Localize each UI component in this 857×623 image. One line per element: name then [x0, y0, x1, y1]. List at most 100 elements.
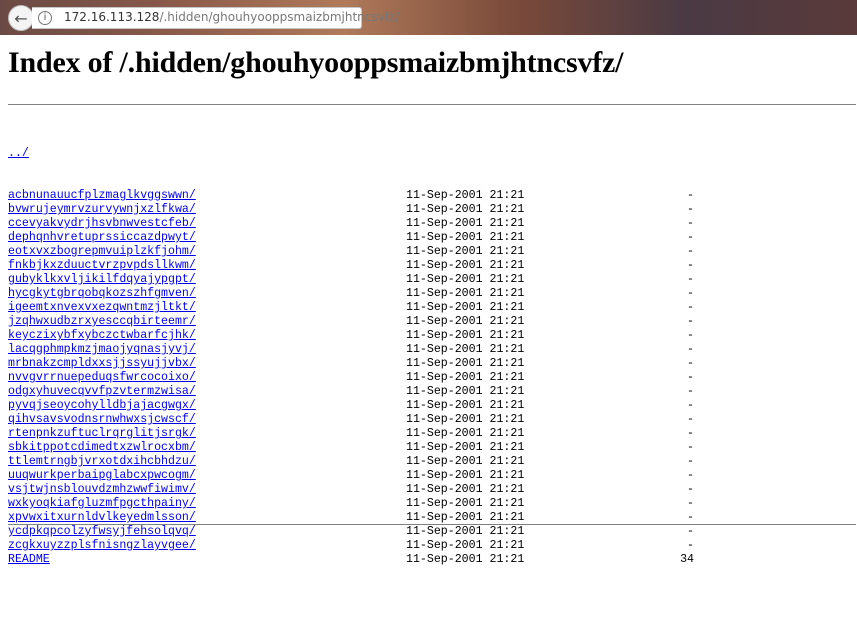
list-item: keyczixybfxybczctwbarfcjhk/11-Sep-2001 2…	[8, 329, 694, 343]
entry-date: 11-Sep-2001 21:21	[406, 497, 525, 510]
entry-date: 11-Sep-2001 21:21	[406, 189, 525, 202]
entry-date: 11-Sep-2001 21:21	[406, 553, 525, 566]
list-item: bvwrujeymrvzurvywnjxzlfkwa/11-Sep-2001 2…	[8, 203, 694, 217]
entry-date: 11-Sep-2001 21:21	[406, 217, 525, 230]
list-item: hycgkytgbrqobqkozszhfgmven/11-Sep-2001 2…	[8, 287, 694, 301]
entry-link[interactable]: hycgkytgbrqobqkozszhfgmven/	[8, 287, 196, 300]
list-item: mrbnakzcmpldxxsjjssyujjvbx/11-Sep-2001 2…	[8, 357, 694, 371]
entry-size: -	[687, 315, 694, 328]
list-item: rtenpnkzuftuclrqrglitjsrgk/11-Sep-2001 2…	[8, 427, 694, 441]
url-host: 172.16.113.128	[64, 10, 160, 24]
entry-link[interactable]: acbnunauucfplzmaglkvggswwn/	[8, 189, 196, 202]
entry-link[interactable]: wxkyoqkiafgluzmfpgcthpainy/	[8, 497, 196, 510]
entry-size: -	[687, 525, 694, 538]
list-item: odgxyhuvecqvvfpzvtermzwisa/11-Sep-2001 2…	[8, 385, 694, 399]
entry-date: 11-Sep-2001 21:21	[406, 329, 525, 342]
entry-size: -	[687, 189, 694, 202]
list-item: README 11-Sep-2001 21:21 34	[8, 553, 694, 567]
browser-toolbar: ← i 172.16.113.128/.hidden/ghouhyooppsma…	[0, 0, 857, 35]
entry-date: 11-Sep-2001 21:21	[406, 343, 525, 356]
list-item: acbnunauucfplzmaglkvggswwn/11-Sep-2001 2…	[8, 189, 694, 203]
entry-link[interactable]: dephqnhvretuprssiccazdpwyt/	[8, 231, 196, 244]
entry-size: -	[687, 371, 694, 384]
list-item: igeemtxnvexvxezqwntmzjltkt/11-Sep-2001 2…	[8, 301, 694, 315]
entry-size: -	[687, 203, 694, 216]
entry-size: -	[687, 469, 694, 482]
list-item: fnkbjkxzduuctvrzpvpdsllkwm/11-Sep-2001 2…	[8, 259, 694, 273]
entry-date: 11-Sep-2001 21:21	[406, 203, 525, 216]
list-item: zcgkxuyzzplsfnisngzlayvgee/11-Sep-2001 2…	[8, 539, 694, 553]
list-item: qihvsavsvodnsrnwhwxsjcwscf/11-Sep-2001 2…	[8, 413, 694, 427]
entry-link[interactable]: gubyklkxvljikilfdqyajypgpt/	[8, 273, 196, 286]
entry-date: 11-Sep-2001 21:21	[406, 385, 525, 398]
entry-link[interactable]: sbkitppotcdimedtxzwlrocxbm/	[8, 441, 196, 454]
top-divider	[8, 104, 856, 105]
entry-link[interactable]: uuqwurkperbaipglabcxpwcogm/	[8, 469, 196, 482]
entry-link[interactable]: fnkbjkxzduuctvrzpvpdsllkwm/	[8, 259, 196, 272]
entry-date: 11-Sep-2001 21:21	[406, 231, 525, 244]
entry-link[interactable]: ycdpkqpcolzyfwsyjfehsolqvq/	[8, 525, 196, 538]
entry-date: 11-Sep-2001 21:21	[406, 413, 525, 426]
entry-link[interactable]: odgxyhuvecqvvfpzvtermzwisa/	[8, 385, 196, 398]
entry-link[interactable]: zcgkxuyzzplsfnisngzlayvgee/	[8, 539, 196, 552]
back-button[interactable]: ←	[8, 5, 34, 31]
page-title: Index of /.hidden/ghouhyooppsmaizbmjhtnc…	[8, 46, 624, 79]
entry-link[interactable]: vsjtwjnsblouvdzmhzwwfiwimv/	[8, 483, 196, 496]
entry-link[interactable]: xpvwxitxurnldvlkeyedmlsson/	[8, 511, 196, 524]
entry-link[interactable]: jzqhwxudbzrxyesccqbirteemr/	[8, 315, 196, 328]
directory-listing: ../ acbnunauucfplzmaglkvggswwn/11-Sep-20…	[8, 119, 694, 567]
entry-size: -	[687, 343, 694, 356]
entry-size: -	[687, 329, 694, 342]
list-item: dephqnhvretuprssiccazdpwyt/11-Sep-2001 2…	[8, 231, 694, 245]
entry-date: 11-Sep-2001 21:21	[406, 371, 525, 384]
entry-size: -	[687, 441, 694, 454]
entry-link[interactable]: qihvsavsvodnsrnwhwxsjcwscf/	[8, 413, 196, 426]
list-item: gubyklkxvljikilfdqyajypgpt/11-Sep-2001 2…	[8, 273, 694, 287]
entry-size: -	[687, 511, 694, 524]
list-item: wxkyoqkiafgluzmfpgcthpainy/11-Sep-2001 2…	[8, 497, 694, 511]
entry-link[interactable]: keyczixybfxybczctwbarfcjhk/	[8, 329, 196, 342]
entry-link[interactable]: igeemtxnvexvxezqwntmzjltkt/	[8, 301, 196, 314]
entry-date: 11-Sep-2001 21:21	[406, 399, 525, 412]
entry-size: -	[687, 259, 694, 272]
list-item: ttlemtrngbjvrxotdxihcbhdzu/11-Sep-2001 2…	[8, 455, 694, 469]
list-item: ycdpkqpcolzyfwsyjfehsolqvq/11-Sep-2001 2…	[8, 525, 694, 539]
entry-size: -	[687, 273, 694, 286]
entry-date: 11-Sep-2001 21:21	[406, 483, 525, 496]
entry-size: -	[687, 357, 694, 370]
list-item: nvvgvrrnuepeduqsfwrcocoixo/11-Sep-2001 2…	[8, 371, 694, 385]
entry-size: 34	[680, 553, 694, 566]
parent-directory-link[interactable]: ../	[8, 147, 29, 160]
entry-date: 11-Sep-2001 21:21	[406, 441, 525, 454]
entry-link[interactable]: ccevyakvydrjhsvbnwvestcfeb/	[8, 217, 196, 230]
entry-link[interactable]: lacqgphmpkmzjmaojyqnasjyvj/	[8, 343, 196, 356]
list-item: ../	[8, 147, 196, 161]
back-arrow-icon: ←	[14, 8, 28, 28]
entry-date: 11-Sep-2001 21:21	[406, 511, 525, 524]
entry-size: -	[687, 385, 694, 398]
url-text[interactable]: 172.16.113.128/.hidden/ghouhyooppsmaizbm…	[64, 10, 399, 24]
entry-size: -	[687, 217, 694, 230]
list-item: sbkitppotcdimedtxzwlrocxbm/11-Sep-2001 2…	[8, 441, 694, 455]
entry-link[interactable]: eotxvxzbogrepmvuiplzkfjohm/	[8, 245, 196, 258]
entry-date: 11-Sep-2001 21:21	[406, 539, 525, 552]
entry-link[interactable]: ttlemtrngbjvrxotdxihcbhdzu/	[8, 455, 196, 468]
entry-size: -	[687, 413, 694, 426]
list-item: jzqhwxudbzrxyesccqbirteemr/11-Sep-2001 2…	[8, 315, 694, 329]
entry-link[interactable]: mrbnakzcmpldxxsjjssyujjvbx/	[8, 357, 196, 370]
entry-link[interactable]: pyvqjseoycohylldbjajacgwgx/	[8, 399, 196, 412]
entry-date: 11-Sep-2001 21:21	[406, 287, 525, 300]
entry-size: -	[687, 399, 694, 412]
list-item: vsjtwjnsblouvdzmhzwwfiwimv/11-Sep-2001 2…	[8, 483, 694, 497]
entry-link[interactable]: README	[8, 553, 50, 566]
entry-size: -	[687, 287, 694, 300]
entry-size: -	[687, 231, 694, 244]
entry-date: 11-Sep-2001 21:21	[406, 301, 525, 314]
info-icon[interactable]: i	[38, 11, 52, 25]
entry-link[interactable]: nvvgvrrnuepeduqsfwrcocoixo/	[8, 371, 196, 384]
entry-link[interactable]: rtenpnkzuftuclrqrglitjsrgk/	[8, 427, 196, 440]
entry-date: 11-Sep-2001 21:21	[406, 525, 525, 538]
address-bar[interactable]: i 172.16.113.128/.hidden/ghouhyooppsmaiz…	[32, 7, 399, 29]
entry-link[interactable]: bvwrujeymrvzurvywnjxzlfkwa/	[8, 203, 196, 216]
entry-date: 11-Sep-2001 21:21	[406, 259, 525, 272]
